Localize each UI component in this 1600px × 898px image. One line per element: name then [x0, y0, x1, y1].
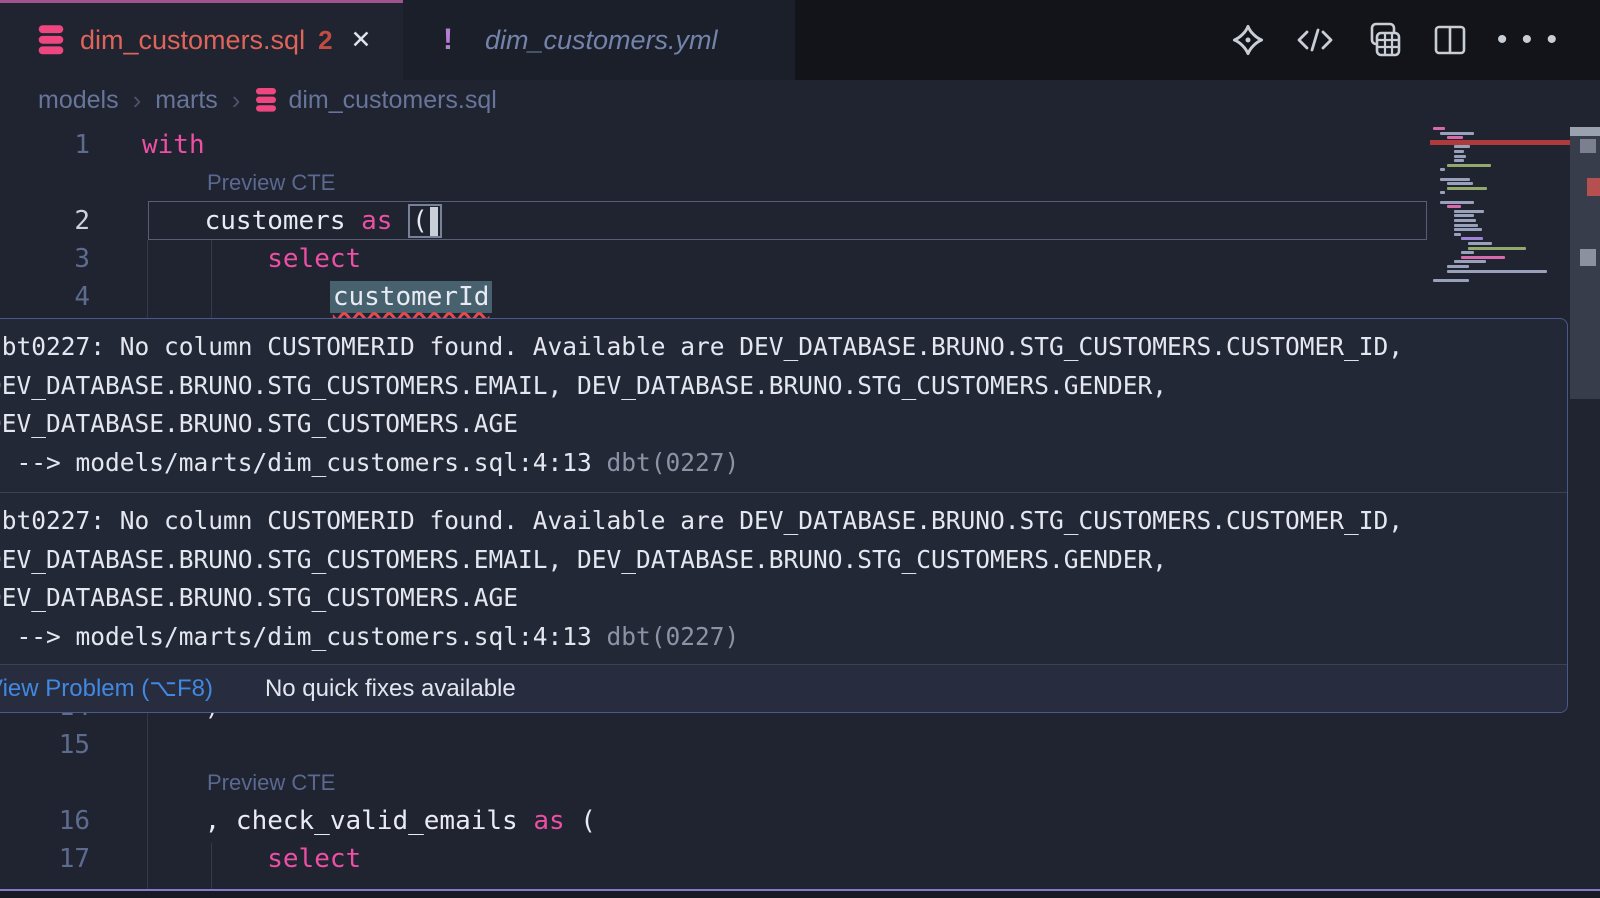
minimap-code-line — [1454, 150, 1464, 153]
code-text: select — [142, 840, 361, 878]
minimap-code-line — [1447, 205, 1461, 208]
split-editor-icon[interactable] — [1433, 23, 1467, 57]
line-number: 15 — [0, 726, 90, 764]
view-problem-link[interactable]: View Problem (⌥F8) — [0, 674, 213, 703]
minimap-code-line — [1447, 265, 1469, 268]
error-location: --> models/marts/dim_customers.sql:4:13 … — [0, 444, 1559, 483]
database-icon — [36, 24, 66, 56]
minimap-code-line — [1440, 132, 1474, 135]
minimap-code-line — [1461, 251, 1474, 254]
minimap-code-line — [1454, 260, 1486, 263]
error-message-block: dbt0227: No column CUSTOMERID found. Ava… — [0, 493, 1567, 666]
minimap-code-line — [1454, 214, 1474, 217]
breadcrumb-file[interactable]: dim_customers.sql — [288, 86, 496, 115]
tab-bar: dim_customers.sql 2 ✕ ! dim_customers.ym… — [0, 0, 1600, 80]
line-number: 4 — [0, 278, 90, 316]
database-icon — [254, 87, 278, 113]
overview-ruler-mark — [1580, 249, 1596, 266]
overview-ruler-mark — [1587, 178, 1600, 196]
minimap-code-line — [1454, 224, 1478, 227]
overview-ruler-mark — [1570, 127, 1600, 136]
warning-icon: ! — [443, 23, 453, 57]
code-text: customerId — [142, 278, 492, 316]
hover-status-bar: View Problem (⌥F8) No quick fixes availa… — [0, 664, 1567, 712]
code-text: customers as ( — [142, 202, 442, 240]
close-icon[interactable]: ✕ — [351, 25, 372, 55]
codelens-preview-cte[interactable]: Preview CTE — [142, 164, 335, 202]
line-number: 2 — [0, 202, 90, 240]
codelens-preview-cte[interactable]: Preview CTE — [142, 764, 335, 802]
minimap-code-line — [1433, 127, 1445, 130]
minimap-code-line — [1447, 187, 1487, 190]
code-text: with — [142, 126, 205, 164]
error-location: --> models/marts/dim_customers.sql:4:13 … — [0, 618, 1559, 657]
minimap-code-line — [1454, 228, 1482, 231]
indent-guide — [147, 713, 148, 889]
editor-actions: • • • — [1231, 0, 1560, 80]
error-hover-popup: dbt0227: No column CUSTOMERID found. Ava… — [0, 318, 1568, 713]
breadcrumb: models › marts › dim_customers.sql — [0, 80, 1600, 120]
error-message: dbt0227: No column CUSTOMERID found. Ava… — [0, 502, 1559, 618]
code-icon[interactable] — [1295, 25, 1335, 55]
scrollbar[interactable] — [1570, 120, 1600, 898]
bracket-match-highlight: ( — [408, 204, 442, 238]
error-message-block: dbt0227: No column CUSTOMERID found. Ava… — [0, 319, 1567, 492]
code-line-2[interactable]: 2 customers as ( — [0, 202, 1430, 240]
minimap-code-line — [1447, 164, 1491, 167]
minimap-code-line — [1454, 210, 1484, 213]
minimap-code-line — [1461, 256, 1505, 259]
minimap-code-line — [1440, 191, 1445, 194]
tab-label: dim_customers.sql — [80, 25, 305, 56]
breadcrumb-models[interactable]: models — [38, 86, 119, 115]
minimap-code-line — [1447, 136, 1463, 139]
minimap-code-line — [1468, 242, 1492, 245]
window-bottom-strip — [0, 891, 1600, 898]
text-cursor — [430, 207, 438, 236]
minimap-code-line — [1468, 247, 1526, 250]
code-line-4[interactable]: 4 customerId — [0, 278, 1430, 316]
chevron-right-icon: › — [133, 85, 142, 116]
overview-ruler-mark — [1580, 139, 1596, 153]
error-source: dbt(0227) — [607, 448, 740, 477]
tab-label: dim_customers.yml — [485, 25, 718, 56]
minimap-error-line — [1430, 140, 1570, 145]
indent-guide — [147, 240, 148, 318]
code-line-1[interactable]: 1 with — [0, 126, 1430, 164]
chevron-right-icon: › — [232, 85, 241, 116]
minimap-code-line — [1454, 219, 1476, 222]
code-line-15[interactable]: 15 — [0, 726, 1430, 764]
line-number: 16 — [0, 802, 90, 840]
error-message: dbt0227: No column CUSTOMERID found. Ava… — [0, 328, 1559, 444]
minimap-code-line — [1454, 145, 1470, 148]
minimap-code-line — [1454, 155, 1466, 158]
dbt-icon[interactable] — [1231, 23, 1265, 57]
code-text: , check_valid_emails as ( — [142, 802, 596, 840]
no-quick-fixes-label: No quick fixes available — [265, 675, 516, 703]
copy-table-icon[interactable] — [1365, 21, 1403, 59]
code-text: select — [142, 240, 361, 278]
code-line-17[interactable]: 17 select — [0, 840, 1430, 878]
tab-dim-customers-yml[interactable]: ! dim_customers.yml — [403, 0, 795, 80]
minimap-code-line — [1440, 201, 1474, 204]
code-line-16[interactable]: 16 , check_valid_emails as ( — [0, 802, 1430, 840]
error-source: dbt(0227) — [607, 622, 740, 651]
line-number: 3 — [0, 240, 90, 278]
minimap-code-line — [1454, 159, 1464, 162]
minimap-code-line — [1461, 237, 1483, 240]
code-line-3[interactable]: 3 select — [0, 240, 1430, 278]
error-token: customerId — [330, 281, 493, 313]
minimap-code-line — [1440, 178, 1470, 181]
line-number: 1 — [0, 126, 90, 164]
minimap-code-line — [1440, 168, 1445, 171]
minimap-code-line — [1454, 233, 1461, 236]
minimap-code-line — [1447, 182, 1473, 185]
line-number: 17 — [0, 840, 90, 878]
breadcrumb-marts[interactable]: marts — [155, 86, 218, 115]
indent-guide — [211, 843, 212, 889]
minimap-code-line — [1433, 279, 1469, 282]
minimap-code-line — [1447, 270, 1547, 273]
indent-guide — [211, 240, 212, 318]
problem-count-badge: 2 — [318, 25, 332, 56]
tab-dim-customers-sql[interactable]: dim_customers.sql 2 ✕ — [0, 0, 403, 80]
